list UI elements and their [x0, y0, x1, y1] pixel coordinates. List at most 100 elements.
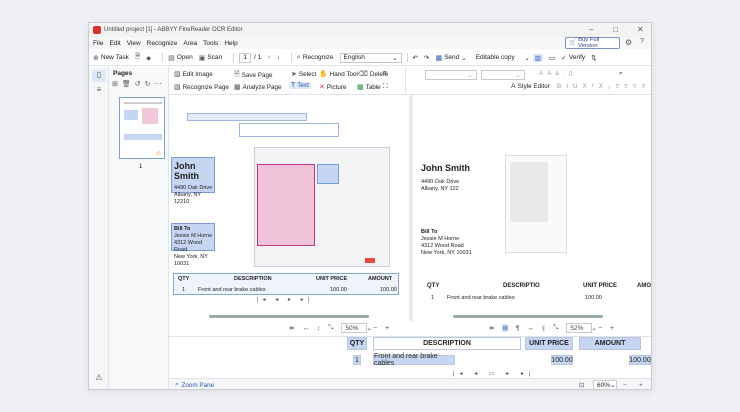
menu-tools[interactable]: Tools: [203, 40, 218, 47]
image-zoom-select[interactable]: 50% ⌄: [341, 323, 372, 333]
arrows-horizontal-icon[interactable]: ↔: [302, 325, 309, 332]
table-area[interactable]: QTY DESCRIPTION UNIT PRICE AMOUNT 1 Fron…: [173, 273, 399, 295]
fit-width-icon[interactable]: ⇹: [489, 324, 494, 332]
zoom-price-header[interactable]: UNIT PRICE: [525, 337, 573, 350]
gear-icon[interactable]: ⚙: [625, 38, 632, 47]
crop-icon[interactable]: ⌗: [383, 70, 387, 78]
recognize-button[interactable]: ⌕ Recognize: [297, 54, 334, 62]
layout-split-icon[interactable]: ▥: [532, 53, 543, 62]
picture-area[interactable]: [257, 164, 315, 246]
picture-area-tool[interactable]: ✕ Picture: [319, 83, 346, 92]
text-area-tool[interactable]: T Text: [289, 82, 311, 89]
layout-single-icon[interactable]: ▭: [549, 54, 555, 62]
menu-area[interactable]: Area: [183, 40, 197, 47]
expand-icon[interactable]: ⛶: [383, 83, 387, 91]
zoom-in-icon[interactable]: +: [639, 382, 643, 389]
zoom-in-icon[interactable]: +: [610, 325, 614, 332]
font-size-buttons[interactable]: AAa:▯: [539, 70, 576, 77]
zoom-pane-label[interactable]: Zoom Pane: [182, 382, 215, 389]
pages-panel-icon[interactable]: ▯: [92, 70, 106, 82]
search-icon[interactable]: ⌕: [619, 70, 623, 78]
zoom-row-price[interactable]: 100.00: [551, 355, 573, 365]
text-zoom-row: ⇹ ⊞ ¶ ↔ ↕ ⤡ 52% ⌄ − +: [489, 321, 622, 335]
zoom-out-icon[interactable]: −: [623, 382, 627, 389]
select-tool[interactable]: ➤ Select: [291, 70, 316, 79]
page-thumbnail[interactable]: ⚠: [119, 97, 165, 159]
bottom-zoom-select[interactable]: 60% ⌄: [593, 380, 617, 389]
menu-view[interactable]: View: [127, 40, 141, 47]
zoom-row-desc[interactable]: Front and rear brake cables: [373, 353, 455, 367]
pilcrow-icon[interactable]: ¶: [516, 325, 520, 332]
zoom-out-icon[interactable]: −: [598, 325, 602, 332]
zoom-out-icon[interactable]: −: [373, 325, 377, 332]
redo-icon[interactable]: ↷: [424, 54, 429, 62]
fit-width-icon[interactable]: ⇹: [289, 324, 294, 332]
layers-icon[interactable]: ◈: [146, 54, 151, 62]
edit-image-button[interactable]: ▨ Edit Image: [174, 70, 213, 79]
table-area-tool[interactable]: ▦ Table: [357, 83, 381, 92]
close-icon[interactable]: ✕: [637, 25, 644, 34]
sort-icon[interactable]: ⇅: [591, 54, 596, 62]
show-formatting-icon[interactable]: ⊞: [502, 324, 508, 332]
zoom-in-icon[interactable]: +: [385, 325, 389, 332]
style-select[interactable]: ⌄: [425, 70, 477, 80]
horizontal-scrollbar[interactable]: [209, 315, 369, 318]
open-button[interactable]: ▤ Open: [168, 54, 193, 62]
scan-button[interactable]: ▣ Scan: [199, 54, 222, 62]
list-view-icon[interactable]: ≡: [92, 85, 106, 97]
text-area[interactable]: [317, 164, 339, 184]
verify-button[interactable]: ✓ Verify: [561, 54, 585, 62]
zoom-qty-header[interactable]: QTY: [347, 337, 367, 350]
format-buttons[interactable]: BIUX²X₂≡≡≡≡: [557, 83, 650, 90]
font-select[interactable]: ⌄: [481, 70, 525, 80]
recognize-page-button[interactable]: ▧ Recognize Page: [174, 83, 229, 92]
menu-edit[interactable]: Edit: [109, 40, 120, 47]
hand-icon: ✋: [319, 71, 328, 78]
save-page-button[interactable]: 🗎 Save Page: [234, 70, 272, 81]
arrow-up-icon[interactable]: ↑: [267, 54, 270, 61]
mode-select[interactable]: Editable copy ⌄: [472, 52, 533, 63]
page-number-input[interactable]: 1: [239, 52, 252, 63]
recognize-icon: ⌕: [296, 53, 301, 61]
save-icon[interactable]: 🗎: [135, 52, 140, 63]
menu-file[interactable]: File: [93, 40, 103, 47]
undo-icon[interactable]: ↶: [413, 54, 418, 62]
text-zoom-select[interactable]: 52% ⌄: [566, 323, 597, 333]
arrows-vertical-icon[interactable]: ↕: [317, 325, 320, 332]
add-page-icon[interactable]: ⊞: [112, 80, 118, 88]
style-editor-button[interactable]: A Style Editor: [511, 83, 550, 90]
name-block[interactable]: John Smith 4490 Oak Drive Albany, NY 122…: [171, 157, 215, 205]
chevron-down-icon: ⌄: [610, 382, 616, 389]
buy-full-version-button[interactable]: 🛒 Buy Full Version: [565, 37, 620, 49]
send-icon: ▦: [435, 54, 443, 62]
arrow-down-icon[interactable]: ↓: [277, 54, 280, 61]
zoom-amount-header[interactable]: AMOUNT: [579, 337, 641, 350]
analyze-page-button[interactable]: ▦ Analyze Page: [234, 83, 281, 92]
fit-width-icon[interactable]: ⊡: [579, 382, 584, 389]
fit-page-icon[interactable]: ⤡: [553, 324, 558, 332]
help-icon[interactable]: ?: [640, 38, 644, 45]
menu-help[interactable]: Help: [224, 40, 237, 47]
rotate-left-icon[interactable]: ↺: [135, 80, 141, 88]
more-icon[interactable]: ⋯: [155, 80, 162, 88]
minimize-icon[interactable]: –: [589, 25, 593, 34]
fit-page-icon[interactable]: ⤡: [328, 324, 333, 332]
arrows-vertical-icon[interactable]: ↕: [541, 324, 546, 332]
picture-icon: ✕: [319, 84, 325, 91]
text-horizontal-scrollbar[interactable]: [453, 315, 603, 318]
menu-recognize[interactable]: Recognize: [147, 40, 178, 47]
delete-page-icon[interactable]: 🗑: [122, 80, 131, 88]
send-button[interactable]: ▦ Send ⌄: [435, 54, 466, 62]
hand-tool[interactable]: ✋ Hand Tool: [319, 70, 358, 79]
bill-to-block[interactable]: Bill To Jessie M Horne 4312 Wood Road Ne…: [171, 223, 215, 267]
rotate-right-icon[interactable]: ↻: [145, 80, 151, 88]
text-area-icon: T: [291, 82, 296, 89]
zoom-desc-header[interactable]: DESCRIPTION: [373, 337, 521, 350]
zoom-row-amount[interactable]: 100.00: [629, 355, 651, 365]
language-select[interactable]: English ⌄: [339, 52, 402, 63]
new-task-button[interactable]: ⊕ New Task: [93, 54, 129, 62]
zoom-row-qty[interactable]: 1: [353, 355, 361, 365]
maximize-icon[interactable]: □: [613, 25, 618, 34]
arrows-horizontal-icon[interactable]: ↔: [527, 325, 534, 332]
warning-icon[interactable]: ⚠: [92, 373, 106, 385]
